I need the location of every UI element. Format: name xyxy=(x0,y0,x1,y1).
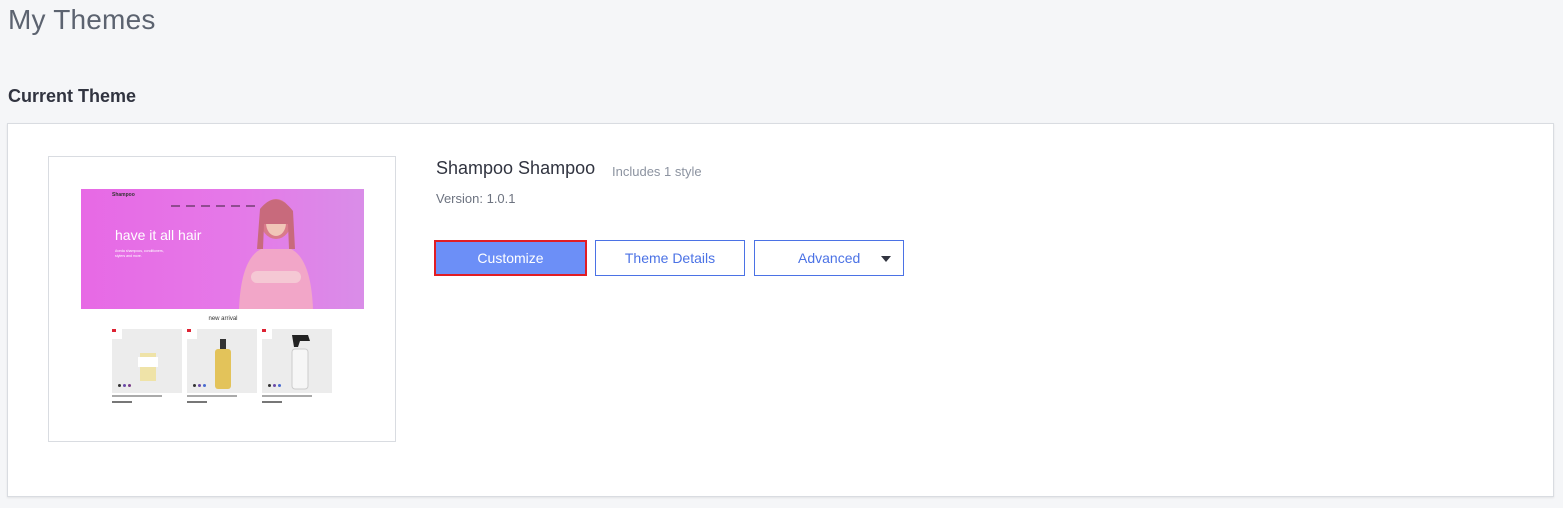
customize-button[interactable]: Customize xyxy=(434,240,587,276)
preview-subtext: Aveda shampoos, conditioners, stylers an… xyxy=(115,249,164,258)
page-title: My Themes xyxy=(8,4,156,35)
preview-product-card xyxy=(262,329,332,393)
current-theme-card: Shampoo have it all hair Aveda shampoos,… xyxy=(7,123,1554,497)
section-title: Current Theme xyxy=(8,86,137,106)
theme-styles-count: Includes 1 style xyxy=(612,164,702,179)
theme-preview-thumbnail: Shampoo have it all hair Aveda shampoos,… xyxy=(48,156,396,442)
theme-name: Shampoo Shampoo xyxy=(436,158,596,178)
advanced-dropdown-button[interactable]: Advanced xyxy=(754,240,904,276)
preview-product-card xyxy=(112,329,182,393)
preview-hero-banner: Shampoo have it all hair Aveda shampoos,… xyxy=(81,189,364,309)
preview-section-heading: new arrival xyxy=(208,316,238,322)
preview-logo: Shampoo xyxy=(112,192,135,198)
caret-down-icon xyxy=(881,256,891,262)
preview-headline: have it all hair xyxy=(115,227,202,243)
preview-product-card xyxy=(187,329,257,393)
advanced-label: Advanced xyxy=(798,250,861,266)
preview-nav: Shampoo xyxy=(81,189,364,207)
theme-version: Version: 1.0.1 xyxy=(436,191,516,206)
theme-details-button[interactable]: Theme Details xyxy=(595,240,745,276)
preview-model-image xyxy=(239,199,313,309)
